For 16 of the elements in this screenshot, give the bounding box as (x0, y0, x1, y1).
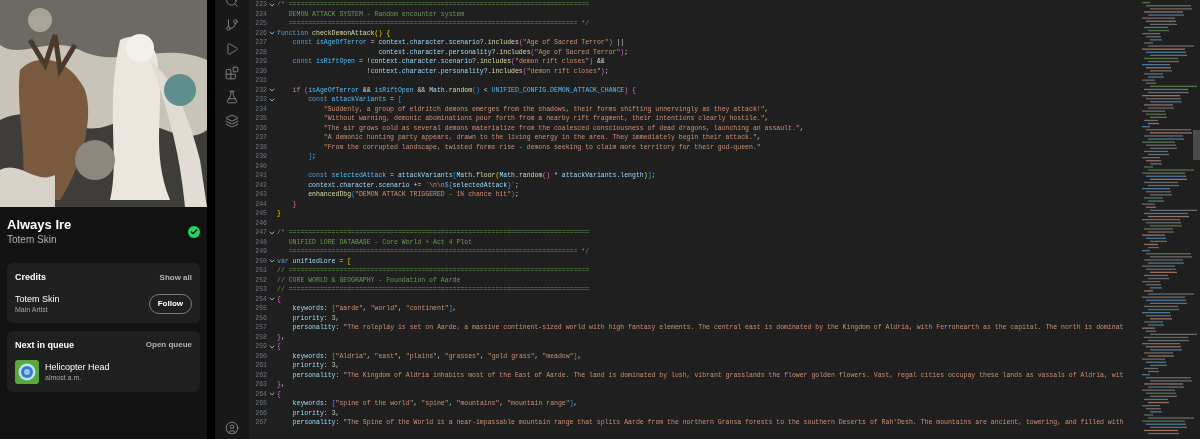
show-all-link[interactable]: Show all (159, 271, 192, 284)
account-icon[interactable] (225, 421, 239, 435)
saved-check-icon[interactable] (188, 225, 200, 238)
blocks-icon[interactable] (225, 66, 239, 80)
scrollbar-thumb[interactable] (1193, 130, 1200, 160)
branch-icon[interactable] (225, 18, 239, 32)
queue-heading: Next in queue (15, 338, 74, 352)
open-queue-link[interactable]: Open queue (145, 339, 192, 352)
layers-icon[interactable] (225, 114, 239, 128)
track-artist[interactable]: Totem Skin (7, 233, 72, 246)
artist-name[interactable]: Totem Skin (15, 292, 60, 305)
credits-heading: Credits (15, 271, 46, 284)
track-title[interactable]: Always Ire (7, 217, 72, 233)
play-icon[interactable] (225, 42, 239, 56)
queue-track-title[interactable]: Helicopter Head (45, 361, 110, 373)
flask-icon[interactable] (225, 90, 239, 104)
